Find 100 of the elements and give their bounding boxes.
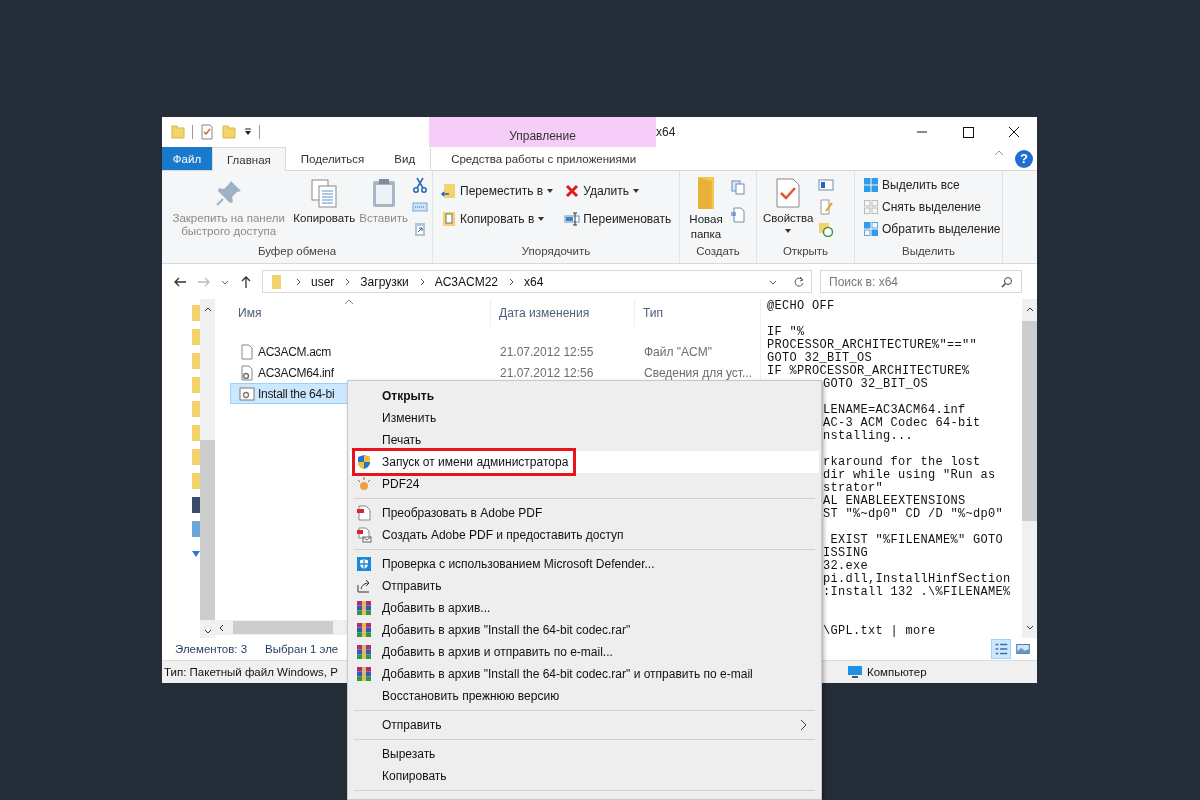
- archive-icon: [356, 622, 372, 638]
- breadcrumb[interactable]: user: [311, 274, 335, 289]
- scrollbar[interactable]: [1022, 299, 1037, 638]
- chevron-right-icon: [507, 277, 515, 286]
- menu-item[interactable]: Вырезать: [350, 743, 819, 765]
- edit-icon[interactable]: [817, 199, 834, 215]
- invert-selection-icon: [863, 221, 879, 237]
- file-date: 21.07.2012 12:56: [499, 365, 595, 380]
- group-label: Упорядочить: [520, 245, 592, 259]
- menu-item[interactable]: PDF24: [350, 473, 819, 495]
- history-icon[interactable]: [817, 221, 834, 237]
- file-row[interactable]: AC3ACM.acm 21.07.2012 12:55 Файл "ACM": [230, 341, 760, 362]
- rename-icon: [564, 211, 581, 227]
- ribbon-button[interactable]: Новая папка: [684, 175, 728, 244]
- scissors-icon[interactable]: [412, 177, 428, 193]
- menu-item[interactable]: Отправить: [350, 575, 819, 597]
- ribbon-button[interactable]: Копировать в: [437, 209, 559, 229]
- file-type-info: Тип: Пакетный файл Windows, Р: [164, 666, 338, 678]
- menu-item[interactable]: Добавить в архив "Install the 64-bit codec.rar": [350, 619, 819, 641]
- caret-icon[interactable]: [243, 127, 253, 137]
- scrollbar[interactable]: [200, 299, 215, 638]
- menu-item[interactable]: Преобразовать в Adobe PDF: [350, 502, 819, 524]
- menu-item[interactable]: Изменить: [350, 407, 819, 429]
- file-date: 21.07.2012 12:55: [499, 344, 595, 359]
- menu-item[interactable]: Печать: [350, 429, 819, 451]
- menu-item[interactable]: Проверка с использованием Microsoft Defender...: [350, 553, 819, 575]
- shortcut-icon[interactable]: [412, 221, 428, 237]
- group-label: Открыть: [781, 245, 830, 259]
- pdf-mail-icon: [356, 527, 372, 543]
- menu-item[interactable]: Запуск от имени администратора: [350, 451, 819, 473]
- group-label: Буфер обмена: [256, 245, 338, 259]
- ribbon-button[interactable]: Удалить: [560, 181, 676, 201]
- file-tab[interactable]: Файл: [162, 147, 212, 170]
- help-button[interactable]: ?: [1015, 149, 1033, 168]
- code-line: 32.exe: [822, 560, 869, 573]
- file-name: AC3ACM.acm: [258, 344, 331, 359]
- share-icon: [356, 578, 372, 594]
- column-header[interactable]: Дата изменения: [491, 299, 635, 327]
- column-header[interactable]: Тип: [635, 299, 760, 327]
- ribbon-button[interactable]: Выделить все: [859, 175, 1005, 195]
- caret-icon: [546, 187, 555, 195]
- pdf-document-icon: [356, 505, 372, 521]
- easy-access-icon[interactable]: [730, 207, 746, 223]
- archive-icon: [356, 666, 372, 682]
- item-count: Элементов: 3: [175, 643, 248, 655]
- ribbon-tab[interactable]: Главная: [212, 147, 286, 171]
- ribbon-button[interactable]: Свойства: [761, 175, 816, 237]
- menu-item[interactable]: Открыть: [350, 385, 819, 407]
- ribbon-button[interactable]: Переместить в: [437, 181, 559, 201]
- folder-icon[interactable]: [221, 124, 237, 140]
- search-icon: [1001, 276, 1013, 288]
- code-line: ISSING: [822, 547, 869, 560]
- ribbon-button[interactable]: Обратить выделение: [859, 219, 1005, 239]
- code-line: rkaround for the lost: [822, 456, 982, 469]
- new-item-icon[interactable]: [730, 179, 746, 195]
- file-row[interactable]: AC3ACM64.inf 21.07.2012 12:56 Сведения для уст...: [230, 362, 760, 383]
- code-line: PROCESSOR_ARCHITECTURE%"=="": [767, 339, 979, 352]
- file-name: Install the 64-bi: [258, 386, 335, 401]
- code-line: dir while using "Run as: [822, 469, 997, 482]
- checklist-icon[interactable]: [199, 124, 215, 140]
- caret-icon: [784, 227, 793, 235]
- breadcrumb[interactable]: Загрузки: [360, 274, 409, 289]
- column-header[interactable]: Имя: [230, 299, 491, 327]
- code-line: pi.dll,InstallHinfSection: [822, 573, 1012, 586]
- ribbon-button[interactable]: Копировать: [291, 175, 358, 226]
- selection-info: Выбран 1 эле: [265, 643, 339, 655]
- ribbon-button[interactable]: Переименовать: [560, 209, 676, 229]
- ribbon-button[interactable]: Снять выделение: [859, 197, 1005, 217]
- details-view-icon[interactable]: [991, 639, 1011, 659]
- menu-item[interactable]: Добавить в архив и отправить по e-mail...: [350, 641, 819, 663]
- code-line: @ECHO OFF: [767, 300, 836, 313]
- archive-icon: [356, 644, 372, 660]
- folder-icon[interactable]: [170, 124, 186, 140]
- copy-path-icon[interactable]: [412, 199, 428, 215]
- menu-item[interactable]: Добавить в архив "Install the 64-bit codec.rar" и отправить по e-mail: [350, 663, 819, 685]
- code-line: IF %PROCESSOR_ARCHITECTURE%: [767, 365, 971, 378]
- code-line: nstalling...: [822, 430, 914, 443]
- file-type: Сведения для уст...: [643, 365, 754, 380]
- archive-icon: [356, 600, 372, 616]
- code-line: strator": [822, 482, 884, 495]
- code-line: EXIST "%FILENAME%" GOTO: [829, 534, 1005, 547]
- address-bar[interactable]: user Загрузки AC3ACM22 x64: [262, 270, 812, 293]
- shield-icon: [356, 454, 372, 470]
- menu-item[interactable]: Создать Adobe PDF и предоставить доступ: [350, 524, 819, 546]
- menu-item[interactable]: Копировать: [350, 765, 819, 787]
- menu-item[interactable]: Восстановить прежнюю версию: [350, 685, 819, 707]
- code-line: GOTO 32_BIT_OS: [822, 378, 930, 391]
- group-label: Создать: [695, 245, 741, 259]
- folder-icon: [698, 177, 714, 209]
- search-field[interactable]: Поиск в: x64: [820, 270, 1022, 293]
- menu-item[interactable]: Добавить в архив...: [350, 597, 819, 619]
- code-line: AL ENABLEEXTENSIONS: [822, 495, 967, 508]
- chevron-right-icon: [343, 277, 352, 286]
- menu-item[interactable]: Отправить: [350, 714, 819, 736]
- open-icon[interactable]: [817, 177, 834, 193]
- file-type: Файл "ACM": [643, 344, 714, 359]
- refresh-icon[interactable]: [793, 275, 805, 288]
- gear-window-icon: [239, 385, 255, 402]
- breadcrumb[interactable]: x64: [524, 274, 544, 289]
- breadcrumb[interactable]: AC3ACM22: [434, 274, 498, 289]
